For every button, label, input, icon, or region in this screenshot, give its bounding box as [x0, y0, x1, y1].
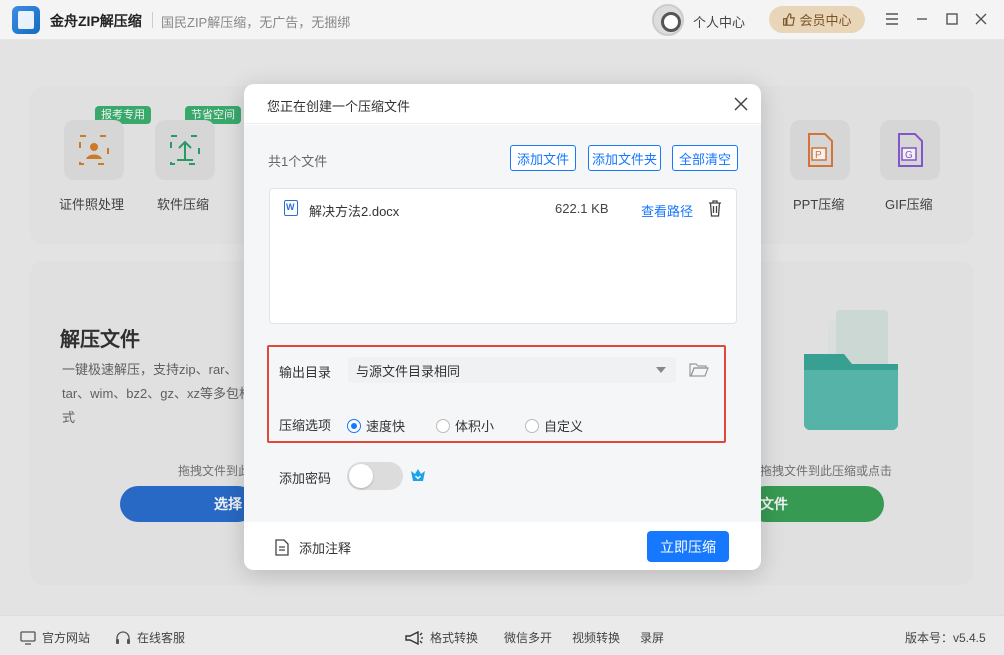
add-file-button[interactable]: 添加文件 — [510, 145, 576, 171]
official-site-link[interactable]: 官方网站 — [20, 629, 90, 646]
official-site-label: 官方网站 — [42, 631, 91, 645]
output-dir-select[interactable]: 与源文件目录相同 — [348, 357, 676, 383]
option-size-radio[interactable]: 体积小 — [436, 416, 494, 435]
open-folder-icon[interactable] — [689, 362, 709, 378]
document-note-icon — [275, 539, 289, 556]
format-convert-link[interactable]: 格式转换 — [404, 629, 478, 646]
option-custom-radio[interactable]: 自定义 — [525, 416, 583, 435]
minimize-icon[interactable] — [913, 10, 931, 28]
dialog-title: 您正在创建一个压缩文件 — [267, 99, 411, 114]
wechat-multi-link[interactable]: 微信多开 — [504, 629, 552, 646]
thumbs-up-icon — [783, 13, 796, 26]
dialog-header: 您正在创建一个压缩文件 — [244, 84, 761, 124]
screen-record-link[interactable]: 录屏 — [640, 629, 664, 646]
output-dir-value: 与源文件目录相同 — [356, 363, 461, 379]
file-size: 622.1 KB — [555, 201, 609, 216]
radio-selected-icon — [347, 418, 361, 433]
add-note-label: 添加注释 — [299, 541, 352, 556]
radio-unselected-icon — [436, 418, 450, 433]
chevron-down-icon — [656, 367, 666, 373]
radio-unselected-icon — [525, 418, 539, 433]
dialog-close-icon[interactable] — [731, 94, 751, 114]
list-item[interactable]: 解决方法2.docx 622.1 KB 查看路径 — [270, 197, 736, 221]
option-label: 自定义 — [544, 419, 584, 434]
option-speed-radio[interactable]: 速度快 — [347, 416, 405, 435]
create-archive-dialog: 您正在创建一个压缩文件 共1个文件 添加文件 添加文件夹 全部清空 解决方法2.… — [244, 84, 761, 570]
compress-now-button[interactable]: 立即压缩 — [647, 531, 729, 562]
option-label: 速度快 — [366, 419, 406, 434]
video-convert-link[interactable]: 视频转换 — [572, 629, 620, 646]
option-label: 体积小 — [455, 419, 495, 434]
view-path-link[interactable]: 查看路径 — [641, 201, 693, 220]
trash-icon[interactable] — [708, 200, 722, 217]
vip-center-label: 会员中心 — [799, 13, 852, 28]
close-icon[interactable] — [972, 10, 990, 28]
title-divider — [152, 12, 153, 28]
compress-option-label: 压缩选项 — [279, 418, 332, 433]
online-support-label: 在线客服 — [137, 631, 186, 645]
password-label: 添加密码 — [279, 471, 332, 486]
megaphone-icon — [405, 630, 423, 645]
format-convert-label: 格式转换 — [430, 631, 479, 645]
add-note-button[interactable]: 添加注释 — [275, 538, 351, 557]
vip-crown-icon — [410, 467, 426, 483]
menu-icon[interactable] — [883, 10, 901, 28]
clear-all-button[interactable]: 全部清空 — [672, 145, 738, 171]
online-support-link[interactable]: 在线客服 — [115, 629, 185, 646]
password-toggle[interactable] — [347, 462, 403, 490]
output-dir-label: 输出目录 — [279, 365, 332, 380]
maximize-icon[interactable] — [943, 10, 961, 28]
title-bar: 金舟ZIP解压缩 国民ZIP解压缩，无广告，无捆绑 个人中心 会员中心 — [0, 0, 1004, 40]
app-name: 金舟ZIP解压缩 — [50, 13, 142, 29]
headset-icon — [116, 630, 130, 644]
app-logo-icon — [12, 6, 40, 34]
personal-center-link[interactable]: 个人中心 — [693, 12, 745, 31]
status-bar: 官方网站 在线客服 格式转换 微信多开 视频转换 录屏 版本号：v5.4.5 — [0, 615, 1004, 655]
file-list: 解决方法2.docx 622.1 KB 查看路径 — [269, 188, 737, 324]
word-document-icon — [284, 200, 298, 216]
file-count: 共1个文件 — [268, 154, 328, 169]
version-label: 版本号：v5.4.5 — [905, 631, 986, 645]
vip-center-button[interactable]: 会员中心 — [769, 6, 865, 33]
file-name: 解决方法2.docx — [309, 204, 400, 219]
user-avatar-icon[interactable] — [652, 4, 684, 36]
monitor-icon — [20, 630, 36, 645]
app-slogan: 国民ZIP解压缩，无广告，无捆绑 — [161, 15, 351, 30]
add-folder-button[interactable]: 添加文件夹 — [588, 145, 661, 171]
